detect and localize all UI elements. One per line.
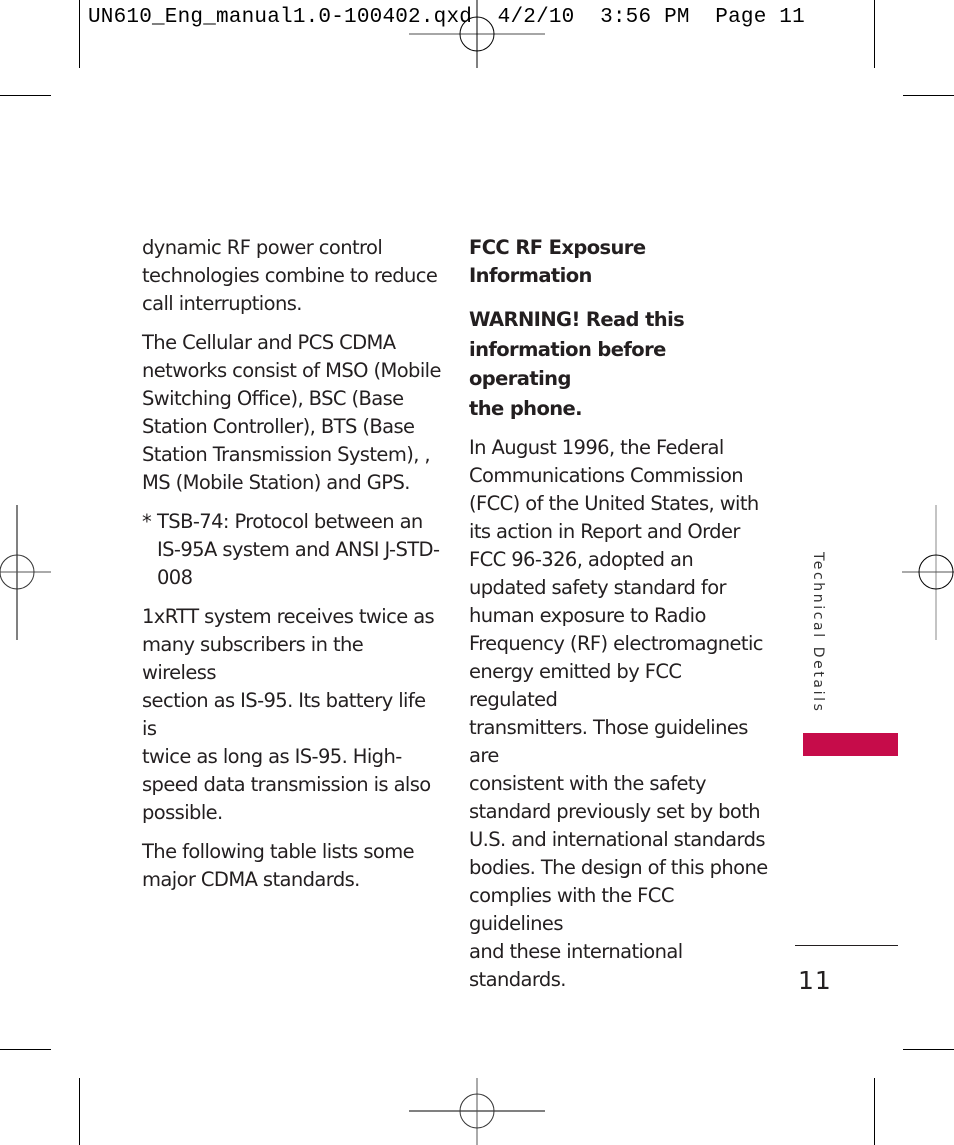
crop-mark-top-left-vertical bbox=[79, 0, 80, 68]
registration-mark-bottom-icon bbox=[409, 1078, 545, 1145]
paragraph-fcc-body: In August 1996, the Federal Communicatio… bbox=[469, 436, 768, 991]
section-heading: FCC RF Exposure Information bbox=[469, 236, 646, 287]
registration-mark-top-icon bbox=[409, 0, 545, 68]
section-side-label: Technical Details bbox=[810, 552, 826, 714]
paragraph-table-intro: The following table lists some major CDM… bbox=[142, 840, 415, 891]
left-column: dynamic RF power control technologies co… bbox=[142, 234, 442, 905]
crop-mark-bottom-right-vertical bbox=[874, 1078, 875, 1145]
footnote-marker: * bbox=[142, 510, 152, 533]
section-tab-marker bbox=[803, 733, 898, 756]
crop-mark-bottom-left-vertical bbox=[79, 1078, 80, 1145]
crop-mark-bottom-left-horizontal bbox=[0, 1049, 51, 1050]
right-column: FCC RF Exposure Information WARNING! Rea… bbox=[469, 234, 769, 1005]
crop-mark-bottom-right-horizontal bbox=[903, 1049, 954, 1050]
crop-mark-top-right-horizontal bbox=[903, 95, 954, 96]
warning-text: WARNING! Read this information before op… bbox=[469, 308, 685, 420]
paragraph-rf-power-control: dynamic RF power control technologies co… bbox=[142, 236, 438, 315]
footnote-tsb-74: * TSB-74: Protocol between an IS-95A sys… bbox=[142, 508, 442, 592]
paragraph-cdma-networks: The Cellular and PCS CDMA networks consi… bbox=[142, 331, 441, 494]
crop-mark-top-left-horizontal bbox=[0, 95, 51, 96]
page-number: 11 bbox=[798, 966, 832, 995]
registration-mark-left-icon bbox=[0, 505, 51, 640]
page-number-rule bbox=[795, 945, 898, 946]
crop-mark-top-right-vertical bbox=[874, 0, 875, 68]
registration-mark-right-icon bbox=[902, 505, 954, 640]
paragraph-1xrtt: 1xRTT system receives twice as many subs… bbox=[142, 605, 435, 824]
